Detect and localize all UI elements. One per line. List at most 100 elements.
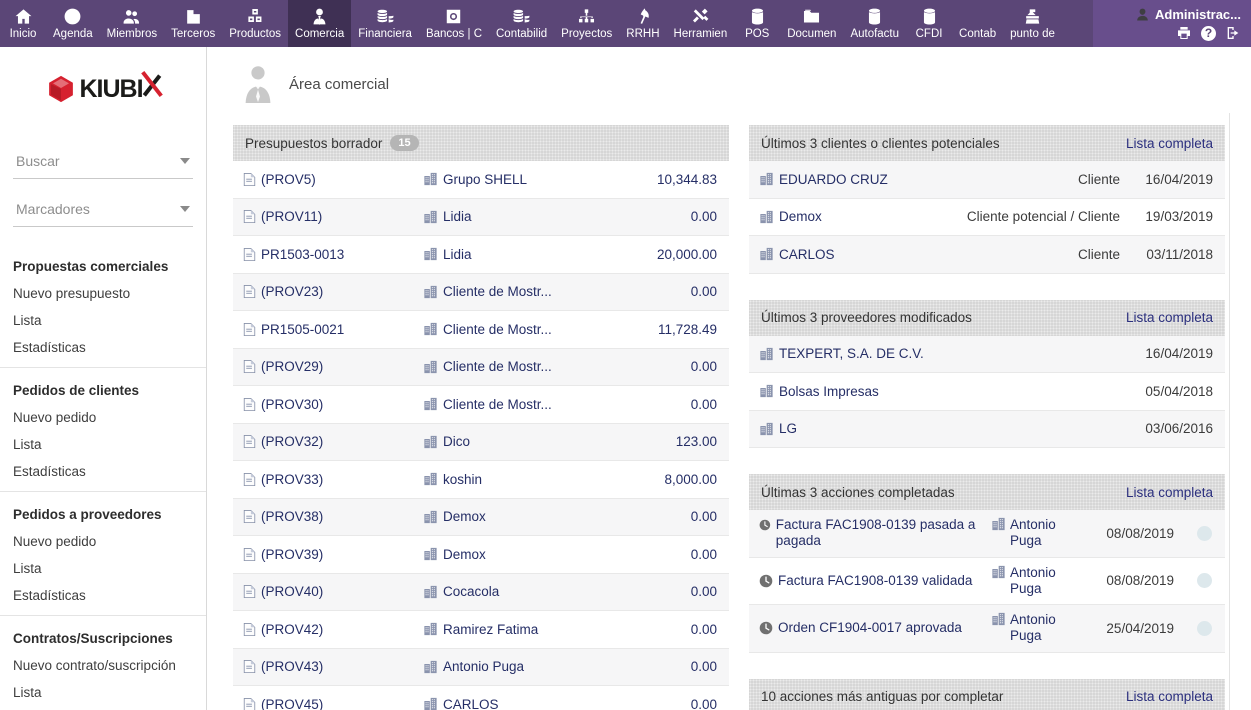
company-icon [423,472,438,486]
proposal-ref-link[interactable]: (PROV38) [261,509,323,524]
company-link[interactable]: Dico [443,434,470,449]
nav-item-contab[interactable]: Contab [952,0,1003,47]
proposal-ref-link[interactable]: PR1503-0013 [261,247,344,262]
sidebar-item-estadisticas[interactable]: Estadísticas [13,464,193,479]
proposal-ref-link[interactable]: (PROV30) [261,397,323,412]
proposal-ref-link[interactable]: (PROV32) [261,434,323,449]
nav-item-pos[interactable]: POS [734,0,780,47]
proposal-ref-link[interactable]: (PROV11) [261,209,322,224]
sidebar-item-estadisticas[interactable]: Estadísticas [13,588,193,603]
proposal-ref-link[interactable]: (PROV40) [261,584,323,599]
company-link[interactable]: Cliente de Mostr... [443,284,552,299]
nav-item-agenda[interactable]: Agenda [46,0,100,47]
client-link[interactable]: EDUARDO CRUZ [779,172,888,187]
logout-icon[interactable] [1225,25,1241,41]
proposal-ref-link[interactable]: (PROV23) [261,284,323,299]
company-link[interactable]: CARLOS [443,697,499,710]
sidebar-item-lista[interactable]: Lista [13,437,193,452]
nav-item-miembros[interactable]: Miembros [100,0,164,47]
document-icon [243,472,256,487]
company-icon [423,322,438,336]
sidebar-item-lista[interactable]: Lista [13,561,193,576]
user-menu[interactable]: Administrac... [1135,7,1241,22]
company-link[interactable]: Antonio Puga [443,659,524,674]
status-dot [1197,526,1212,541]
supplier-link[interactable]: TEXPERT, S.A. DE C.V. [779,346,924,361]
nav-item-autofactura[interactable]: Autofactu [843,0,906,47]
proposal-ref-link[interactable]: (PROV43) [261,659,323,674]
action-user-link[interactable]: Antonio Puga [1010,612,1086,644]
users-icon [122,5,141,26]
action-row: Factura FAC1908-0139 pasada a pagada Ant… [749,510,1225,558]
company-link[interactable]: Cliente de Mostr... [443,397,552,412]
draft-proposals-header: Presupuestos borrador15 [233,125,729,161]
nav-item-financiera[interactable]: Financiera [351,0,419,47]
nav-item-contabilidad[interactable]: Contabilid [489,0,554,47]
full-list-link[interactable]: Lista completa [1126,310,1213,325]
nav-item-comercial[interactable]: Comercia [288,0,351,47]
nav-item-inicio[interactable]: Inicio [0,0,46,47]
proposal-ref-link[interactable]: (PROV29) [261,359,323,374]
proposal-ref-link[interactable]: (PROV45) [261,697,323,710]
pending-actions-panel: 10 acciones más antiguas por completar L… [749,679,1225,710]
proposal-ref-link[interactable]: (PROV39) [261,547,323,562]
proposal-ref-link[interactable]: PR1505-0021 [261,322,344,337]
bookmarks-dropdown[interactable]: Marcadores [13,196,193,227]
action-link[interactable]: Factura FAC1908-0139 pasada a pagada [776,517,985,549]
company-link[interactable]: koshin [443,472,482,487]
company-link[interactable]: Lidia [443,247,472,262]
search-dropdown[interactable]: Buscar [13,148,193,179]
company-link[interactable]: Demox [443,509,486,524]
full-list-link[interactable]: Lista completa [1126,136,1213,151]
sidebar-item-lista[interactable]: Lista [13,685,193,700]
company-icon [423,660,438,674]
full-list-link[interactable]: Lista completa [1126,689,1213,704]
company-link[interactable]: Cliente de Mostr... [443,359,552,374]
company-link[interactable]: Cliente de Mostr... [443,322,552,337]
client-link[interactable]: CARLOS [779,247,835,262]
logo-x [144,73,160,97]
table-row: (PROV5)Grupo SHELL10,344.83 [233,161,729,199]
sidebar-item-lista[interactable]: Lista [13,313,193,328]
nav-item-bancos[interactable]: Bancos | C [419,0,489,47]
nav-item-punto-de-venta[interactable]: punto de [1003,0,1062,47]
proposal-ref-link[interactable]: (PROV5) [261,172,316,187]
supplier-link[interactable]: LG [779,421,797,436]
action-user-link[interactable]: Antonio Puga [1010,565,1086,597]
amount: 123.00 [619,434,729,449]
document-icon [243,284,256,299]
user-block: Administrac... ? [1093,0,1251,47]
nav-item-rrhh[interactable]: RRHH [619,0,666,47]
sidebar-item-nuevo-presupuesto[interactable]: Nuevo presupuesto [13,286,193,301]
sidebar-item-nuevo-contrato[interactable]: Nuevo contrato/suscripción [13,658,193,673]
nav-item-documentos[interactable]: Documen [780,0,843,47]
nav-item-herramientas[interactable]: Herramien [667,0,735,47]
company-link[interactable]: Grupo SHELL [443,172,527,187]
company-link[interactable]: Cocacola [443,584,499,599]
sidebar-item-nuevo-pedido[interactable]: Nuevo pedido [13,410,193,425]
person-tie-icon [310,5,329,26]
amount: 11,728.49 [619,322,729,337]
company-link[interactable]: Ramirez Fatima [443,622,538,637]
nav-item-cfdi[interactable]: CFDI [906,0,952,47]
nav-item-terceros[interactable]: Terceros [164,0,222,47]
action-user-link[interactable]: Antonio Puga [1010,517,1086,549]
client-link[interactable]: Demox [779,209,822,224]
sidebar-item-estadisticas[interactable]: Estadísticas [13,340,193,355]
nav-item-proyectos[interactable]: Proyectos [554,0,619,47]
client-row: EDUARDO CRUZCliente16/04/2019 [749,161,1225,199]
company-link[interactable]: Lidia [443,209,472,224]
proposal-ref-link[interactable]: (PROV33) [261,472,323,487]
help-icon[interactable]: ? [1201,26,1216,41]
kiubix-logo[interactable]: KIUBI [0,73,206,104]
printer-icon[interactable] [1176,25,1192,41]
sidebar-item-nuevo-pedido[interactable]: Nuevo pedido [13,534,193,549]
clock-icon [63,5,82,26]
action-link[interactable]: Factura FAC1908-0139 validada [778,573,972,589]
full-list-link[interactable]: Lista completa [1126,485,1213,500]
company-link[interactable]: Demox [443,547,486,562]
action-link[interactable]: Orden CF1904-0017 aprovada [778,620,962,636]
proposal-ref-link[interactable]: (PROV42) [261,622,323,637]
supplier-link[interactable]: Bolsas Impresas [779,384,879,399]
nav-item-productos[interactable]: Productos [222,0,288,47]
